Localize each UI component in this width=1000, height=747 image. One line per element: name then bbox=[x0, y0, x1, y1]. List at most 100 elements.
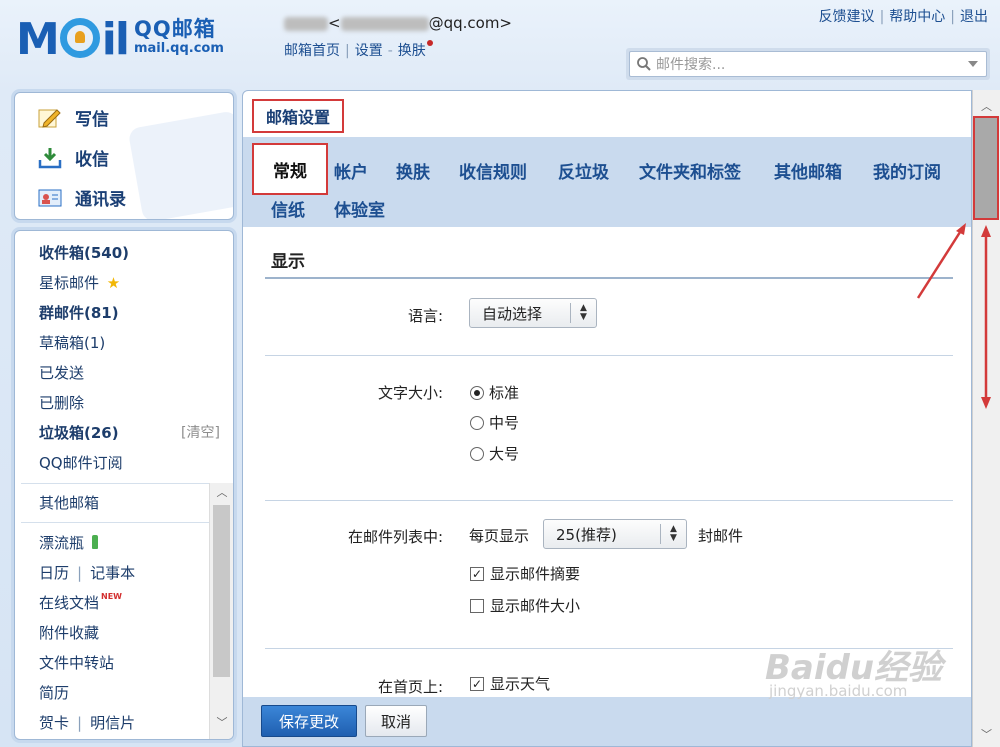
show-size-checkbox[interactable]: 显示邮件大小 bbox=[470, 595, 580, 616]
tab-general[interactable]: 常规 bbox=[252, 143, 328, 195]
scroll-up-icon[interactable]: ︿ bbox=[981, 98, 992, 114]
mail-list-label: 在邮件列表中: bbox=[347, 528, 443, 546]
font-size-standard-label: 标准 bbox=[489, 384, 520, 402]
folder-qq-subscription[interactable]: QQ邮件订阅 bbox=[39, 452, 123, 473]
account-address: < @qq.com> bbox=[284, 14, 512, 32]
top-links: 反馈建议 | 帮助中心 | 退出 bbox=[818, 9, 988, 25]
font-size-medium-radio[interactable]: 中号 bbox=[470, 412, 519, 433]
quick-actions-panel: 写信 收信 通讯录 bbox=[14, 92, 234, 220]
save-button[interactable]: 保存更改 bbox=[261, 705, 357, 737]
nav-mail-home[interactable]: 邮箱首页 bbox=[284, 43, 340, 59]
greeting-card-link[interactable]: 贺卡 bbox=[39, 714, 69, 732]
radio-icon bbox=[470, 446, 484, 461]
tab-folders-labels[interactable]: 文件夹和标签 bbox=[639, 158, 741, 183]
logo-mark: Mil bbox=[16, 14, 130, 65]
calendar-notepad-row: 日历 | 记事本 bbox=[39, 564, 136, 582]
contacts-label: 通讯录 bbox=[75, 190, 126, 210]
sidebar-scroll-thumb[interactable] bbox=[213, 505, 230, 677]
scroll-up-icon[interactable]: ︿ bbox=[216, 487, 228, 499]
compose-icon bbox=[37, 107, 63, 129]
notepad-link[interactable]: 记事本 bbox=[90, 564, 135, 582]
folder-group-mail[interactable]: 群邮件(81) bbox=[39, 302, 119, 323]
section-title: 显示 bbox=[271, 252, 305, 272]
card-postcard-row: 贺卡 | 明信片 bbox=[39, 714, 136, 732]
tab-anti-spam[interactable]: 反垃圾 bbox=[558, 158, 609, 183]
tab-other-mailbox[interactable]: 其他邮箱 bbox=[774, 158, 842, 183]
spam-clear-link[interactable]: [清空] bbox=[181, 422, 220, 442]
header: Mil QQ邮箱 mail.qq.com < @qq.com> 邮箱首页 | 设置 - 换… bbox=[0, 0, 1000, 90]
page-scrollbar[interactable]: ︿ ﹀ bbox=[972, 90, 1000, 747]
show-summary-checkbox[interactable]: ✓ 显示邮件摘要 bbox=[470, 563, 580, 584]
logo-domain: mail.qq.com bbox=[133, 41, 224, 56]
receive-label: 收信 bbox=[75, 150, 109, 170]
per-page-value: 25(推荐) bbox=[556, 525, 617, 544]
folder-inbox[interactable]: 收件箱(540) bbox=[39, 242, 129, 263]
per-page-select[interactable]: 25(推荐) ▲ ▼ bbox=[543, 519, 687, 549]
search-placeholder: 邮件搜索... bbox=[656, 57, 726, 73]
tab-stationery[interactable]: 信纸 bbox=[271, 196, 305, 221]
drift-bottle-link[interactable]: 漂流瓶 bbox=[39, 532, 98, 553]
star-icon: ★ bbox=[106, 274, 121, 292]
per-page-suffix: 封邮件 bbox=[698, 527, 744, 545]
homepage-label: 在首页上: bbox=[377, 678, 443, 696]
search-input[interactable]: 邮件搜索... bbox=[629, 51, 987, 77]
tab-receive-rules[interactable]: 收信规则 bbox=[459, 158, 527, 183]
search-bar: 邮件搜索... bbox=[626, 48, 990, 80]
checkbox-checked-icon: ✓ bbox=[470, 566, 484, 581]
account-prefix: < bbox=[328, 14, 341, 32]
sidebar-scrollbar[interactable]: ︿ ﹀ bbox=[209, 483, 233, 739]
top-nav: 邮箱首页 | 设置 - 换肤 bbox=[284, 40, 433, 60]
file-transfer-link[interactable]: 文件中转站 bbox=[39, 652, 114, 673]
language-select[interactable]: 自动选择 ▲ ▼ bbox=[469, 298, 597, 328]
folder-drafts[interactable]: 草稿箱(1) bbox=[39, 332, 105, 353]
folder-starred[interactable]: 星标邮件 ★ bbox=[39, 272, 120, 293]
search-dropdown-icon[interactable] bbox=[968, 61, 978, 67]
contacts-button[interactable]: 通讯录 bbox=[37, 185, 126, 210]
redacted-name bbox=[284, 16, 328, 31]
folder-divider bbox=[21, 522, 209, 523]
scroll-down-icon[interactable]: ﹀ bbox=[216, 717, 228, 729]
search-icon bbox=[637, 57, 651, 71]
page-scroll-thumb[interactable] bbox=[973, 116, 999, 220]
help-center-link[interactable]: 帮助中心 bbox=[889, 9, 945, 25]
show-weather-label: 显示天气 bbox=[490, 675, 551, 693]
language-value: 自动选择 bbox=[482, 304, 543, 323]
postcard-link[interactable]: 明信片 bbox=[90, 714, 135, 732]
qq-mail-logo[interactable]: Mil QQ邮箱 mail.qq.com bbox=[16, 14, 224, 64]
folder-deleted[interactable]: 已删除 bbox=[39, 392, 84, 413]
resume-link[interactable]: 简历 bbox=[39, 682, 69, 703]
show-weather-checkbox[interactable]: ✓ 显示天气 bbox=[470, 673, 550, 694]
folder-divider bbox=[21, 483, 209, 484]
row-divider bbox=[265, 500, 953, 501]
per-page-prefix: 每页显示 bbox=[469, 527, 530, 545]
attachments-link[interactable]: 附件收藏 bbox=[39, 622, 99, 643]
folder-spam[interactable]: 垃圾箱(26) [清空] bbox=[39, 422, 229, 443]
checkbox-icon bbox=[470, 598, 484, 613]
decorative-stamp bbox=[127, 110, 233, 219]
receive-button[interactable]: 收信 bbox=[37, 145, 109, 170]
cancel-button[interactable]: 取消 bbox=[365, 705, 427, 737]
show-summary-label: 显示邮件摘要 bbox=[490, 565, 581, 583]
tab-skin[interactable]: 换肤 bbox=[396, 158, 430, 183]
compose-button[interactable]: 写信 bbox=[37, 105, 109, 130]
scroll-down-icon[interactable]: ﹀ bbox=[981, 726, 992, 742]
calendar-link[interactable]: 日历 bbox=[39, 564, 69, 582]
folder-spam-label: 垃圾箱(26) bbox=[39, 424, 119, 442]
online-docs-link[interactable]: 在线文档 NEW bbox=[39, 592, 122, 613]
feedback-link[interactable]: 反馈建议 bbox=[819, 9, 875, 25]
nav-settings[interactable]: 设置 bbox=[355, 43, 383, 59]
font-size-label: 文字大小: bbox=[377, 384, 443, 402]
font-size-large-radio[interactable]: 大号 bbox=[470, 443, 519, 464]
page-title: 邮箱设置 bbox=[252, 99, 344, 133]
folder-sent[interactable]: 已发送 bbox=[39, 362, 84, 383]
tab-account[interactable]: 帐户 bbox=[334, 158, 368, 183]
folder-starred-label: 星标邮件 bbox=[39, 274, 100, 292]
tab-subscriptions[interactable]: 我的订阅 bbox=[873, 158, 941, 183]
nav-skin[interactable]: 换肤 bbox=[398, 43, 426, 59]
radio-icon bbox=[470, 415, 484, 430]
logout-link[interactable]: 退出 bbox=[960, 9, 988, 25]
tab-lab[interactable]: 体验室 bbox=[334, 196, 385, 221]
other-mailbox-link[interactable]: 其他邮箱 bbox=[39, 492, 99, 513]
font-size-standard-radio[interactable]: 标准 bbox=[470, 382, 519, 403]
select-arrows-icon: ▲ ▼ bbox=[570, 303, 596, 323]
